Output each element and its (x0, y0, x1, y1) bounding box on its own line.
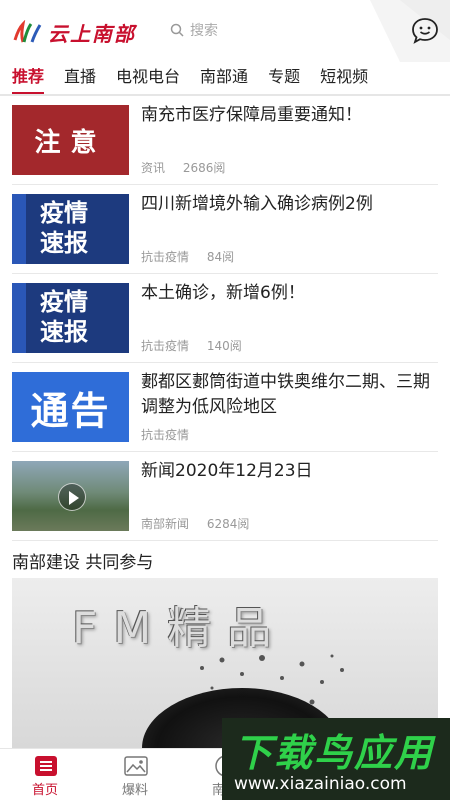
news-thumbnail: 疫情速报 (12, 283, 129, 353)
news-item[interactable]: 注意 南充市医疗保障局重要通知！ 资讯 2686阅 (12, 96, 438, 185)
news-thumbnail: 疫情速报 (12, 194, 129, 264)
watermark-title: 下载鸟应用 (234, 731, 435, 775)
news-reads: 6284阅 (206, 517, 250, 531)
watermark-url: www.xiazainiao.com (234, 774, 407, 794)
news-meta: 抗击疫情 84阅 (141, 248, 234, 265)
news-item[interactable]: 疫情速报 本土确诊，新增6例！ 抗击疫情 140阅 (12, 274, 438, 363)
watermark-overlay: 下载鸟应用 www.xiazainiao.com (222, 718, 450, 800)
nav-home[interactable]: 首页 (0, 749, 90, 800)
logo-text: 云上南部 (48, 22, 136, 46)
section-title: 南部建设 共同参与 (12, 553, 154, 573)
news-meta: 抗击疫情 140阅 (141, 337, 242, 354)
thumbnail-text: 疫情速报 (40, 288, 88, 346)
news-thumbnail: 注意 (12, 105, 129, 175)
play-icon[interactable] (58, 483, 86, 511)
news-reads: 140阅 (206, 339, 242, 353)
app-logo: 云上南部 (12, 18, 136, 47)
nav-report[interactable]: 爆料 (90, 749, 180, 800)
search-icon (170, 23, 184, 37)
news-meta: 南部新闻 6284阅 (141, 515, 249, 532)
news-thumbnail: 通告 (12, 372, 129, 442)
search-bar[interactable]: 搜索 (170, 20, 218, 40)
tab-tv-radio[interactable]: 电视电台 (116, 62, 180, 94)
news-title: 郪都区郪筒街道中铁奥维尔二期、三期调整为低风险地区 (141, 372, 430, 417)
news-reads: 84阅 (206, 250, 235, 264)
news-title: 新闻2020年12月23日 (141, 461, 313, 481)
news-title: 南充市医疗保障局重要通知！ (141, 105, 362, 125)
news-item[interactable]: 新闻2020年12月23日 南部新闻 6284阅 (12, 452, 438, 541)
thumbnail-bar (12, 283, 26, 353)
search-placeholder: 搜索 (190, 23, 218, 39)
news-video-thumbnail (12, 461, 129, 531)
image-icon (124, 756, 148, 776)
app-header: 云上南部 搜索 (0, 0, 450, 62)
nav-label: 爆料 (121, 783, 148, 798)
tab-topics[interactable]: 专题 (268, 62, 300, 94)
tab-nanbutong[interactable]: 南部通 (200, 62, 248, 94)
tab-recommend[interactable]: 推荐 (12, 62, 45, 94)
tab-short-video[interactable]: 短视频 (320, 62, 368, 94)
home-list-icon (35, 756, 57, 776)
channel-tabs: 推荐 直播 电视电台 南部通 专题 短视频 (0, 62, 450, 94)
news-category: 资讯 (141, 161, 166, 175)
thumbnail-text: 通告 (30, 388, 111, 433)
news-category: 抗击疫情 (141, 250, 190, 264)
news-title: 本土确诊，新增6例！ (141, 283, 305, 303)
thumbnail-text: 注意 (34, 127, 107, 158)
news-list: 注意 南充市医疗保障局重要通知！ 资讯 2686阅 疫情速报 四川新增境外输入确… (0, 96, 450, 541)
news-category: 抗击疫情 (141, 428, 190, 442)
news-item[interactable]: 疫情速报 四川新增境外输入确诊病例2例 抗击疫情 84阅 (12, 185, 438, 274)
news-title: 四川新增境外输入确诊病例2例 (141, 194, 373, 214)
news-reads: 2686阅 (182, 161, 226, 175)
news-category: 南部新闻 (141, 517, 190, 531)
tab-live[interactable]: 直播 (64, 62, 96, 94)
thumbnail-text: 疫情速报 (40, 199, 88, 257)
news-meta: 资讯 2686阅 (141, 159, 225, 176)
news-meta: 抗击疫情 (141, 426, 189, 443)
news-category: 抗击疫情 (141, 339, 190, 353)
chat-icon[interactable] (410, 16, 440, 46)
logo-mark-icon (13, 19, 42, 42)
banner-text: FM精品 (72, 603, 288, 654)
news-item[interactable]: 通告 郪都区郪筒街道中铁奥维尔二期、三期调整为低风险地区 抗击疫情 (12, 363, 438, 452)
thumbnail-bar (12, 194, 26, 264)
nav-label: 首页 (31, 783, 58, 798)
